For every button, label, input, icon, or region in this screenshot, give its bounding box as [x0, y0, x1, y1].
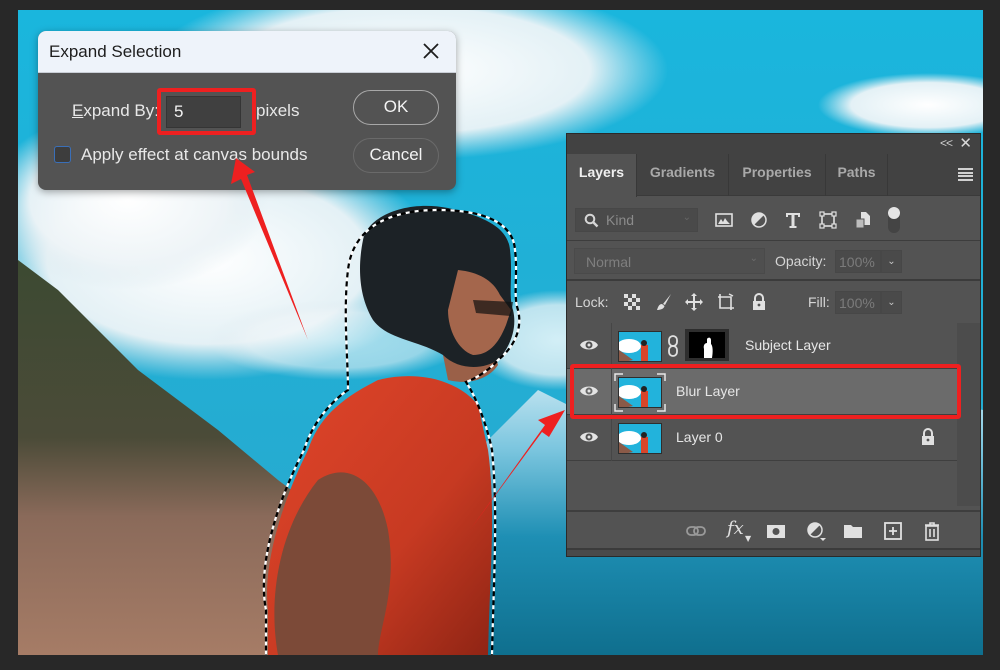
adjustment-layer-icon[interactable]: [806, 521, 826, 541]
chevron-down-icon: ⌄: [749, 253, 758, 264]
chevron-down-icon: ⌄: [682, 212, 691, 223]
filter-kind-placeholder: Kind: [606, 212, 635, 228]
collapse-panel-button[interactable]: <<: [940, 136, 953, 150]
filter-toggle-icon[interactable]: [887, 206, 901, 234]
lock-image-pixels-icon[interactable]: [655, 293, 673, 311]
layer-locked-icon[interactable]: [920, 428, 936, 446]
fill-label: Fill:: [808, 294, 830, 310]
layer-name: Layer 0: [676, 429, 723, 445]
fx-label: fx: [727, 518, 744, 539]
delete-layer-icon[interactable]: [922, 521, 942, 541]
tab-gradients[interactable]: Gradients: [637, 154, 729, 196]
dialog-title: Expand Selection: [49, 42, 182, 61]
lock-label: Lock:: [575, 294, 609, 310]
panel-header-bar[interactable]: << ✕: [567, 134, 980, 154]
lock-all-icon[interactable]: [750, 293, 768, 311]
blend-mode-select[interactable]: Normal ⌄: [574, 248, 765, 274]
blend-opacity-row: Normal ⌄ Opacity: 100% ⌄: [567, 241, 980, 281]
smart-object-filter-icon[interactable]: [854, 211, 872, 229]
blend-mode-value: Normal: [586, 254, 632, 270]
layer-thumbnail: [618, 331, 662, 362]
tab-layers[interactable]: Layers: [567, 154, 637, 197]
opacity-input[interactable]: 100%: [835, 250, 881, 273]
layer-filter-row: Kind ⌄: [567, 197, 980, 241]
search-icon: [584, 213, 599, 228]
filter-kind-select[interactable]: Kind ⌄: [575, 208, 698, 232]
lock-transparent-pixels-icon[interactable]: [623, 293, 641, 311]
tab-properties[interactable]: Properties: [729, 154, 826, 196]
visibility-toggle[interactable]: [567, 415, 612, 461]
opacity-label: Opacity:: [775, 253, 827, 269]
fill-dropdown-button[interactable]: ⌄: [881, 291, 902, 314]
expand-input-highlight: [157, 88, 256, 135]
layer-row-layer-0[interactable]: Layer 0: [567, 415, 957, 461]
pixels-unit-label: pixels: [256, 101, 300, 120]
lock-row: Lock: Fill: 100% ⌄: [567, 283, 980, 321]
add-mask-icon[interactable]: [766, 521, 786, 541]
layer-thumbnail: [618, 423, 662, 454]
layers-panel: << ✕ Layers Gradients Properties Paths K…: [566, 133, 981, 557]
opacity-dropdown-button[interactable]: ⌄: [881, 250, 902, 273]
link-layers-icon[interactable]: [686, 521, 706, 541]
expand-by-accesskey: E: [72, 101, 84, 120]
lock-artboard-icon[interactable]: [717, 293, 735, 311]
pixel-layer-filter-icon[interactable]: [715, 211, 733, 229]
apply-canvas-bounds-checkbox[interactable]: [54, 146, 71, 163]
layer-name: Subject Layer: [745, 337, 831, 353]
eye-icon: [580, 432, 598, 442]
dialog-titlebar[interactable]: Expand Selection: [38, 31, 456, 73]
visibility-toggle[interactable]: [567, 323, 612, 369]
panel-menu-icon[interactable]: [958, 168, 973, 181]
layers-bottom-toolbar: fx ▼: [567, 510, 980, 548]
shape-layer-filter-icon[interactable]: [819, 211, 837, 229]
dialog-close-button[interactable]: [420, 40, 442, 62]
cancel-button[interactable]: Cancel: [353, 138, 439, 173]
eye-icon: [580, 340, 598, 350]
panel-tabs: Layers Gradients Properties Paths: [567, 154, 980, 197]
expand-by-label: Expand By:: [72, 101, 159, 121]
ok-button[interactable]: OK: [353, 90, 439, 125]
panel-resize-grip[interactable]: [567, 548, 980, 556]
panel-close-button[interactable]: ✕: [959, 134, 972, 152]
new-layer-icon[interactable]: [883, 521, 903, 541]
layer-style-fx-icon[interactable]: fx ▼: [727, 518, 753, 543]
expand-by-label-text: xpand By:: [83, 101, 159, 120]
lock-position-icon[interactable]: [685, 293, 703, 311]
close-icon: [423, 43, 439, 59]
type-layer-filter-icon[interactable]: [784, 211, 802, 229]
fill-input[interactable]: 100%: [835, 291, 881, 314]
blur-layer-highlight: [570, 364, 961, 419]
layer-row-subject-layer[interactable]: Subject Layer: [567, 323, 957, 369]
mask-link-chain-icon[interactable]: [666, 335, 680, 357]
new-group-folder-icon[interactable]: [843, 521, 863, 541]
apply-canvas-bounds-label: Apply effect at canvas bounds: [81, 145, 308, 164]
tab-paths[interactable]: Paths: [826, 154, 888, 196]
adjustment-layer-filter-icon[interactable]: [750, 211, 768, 229]
layer-mask-thumbnail[interactable]: [685, 329, 729, 361]
